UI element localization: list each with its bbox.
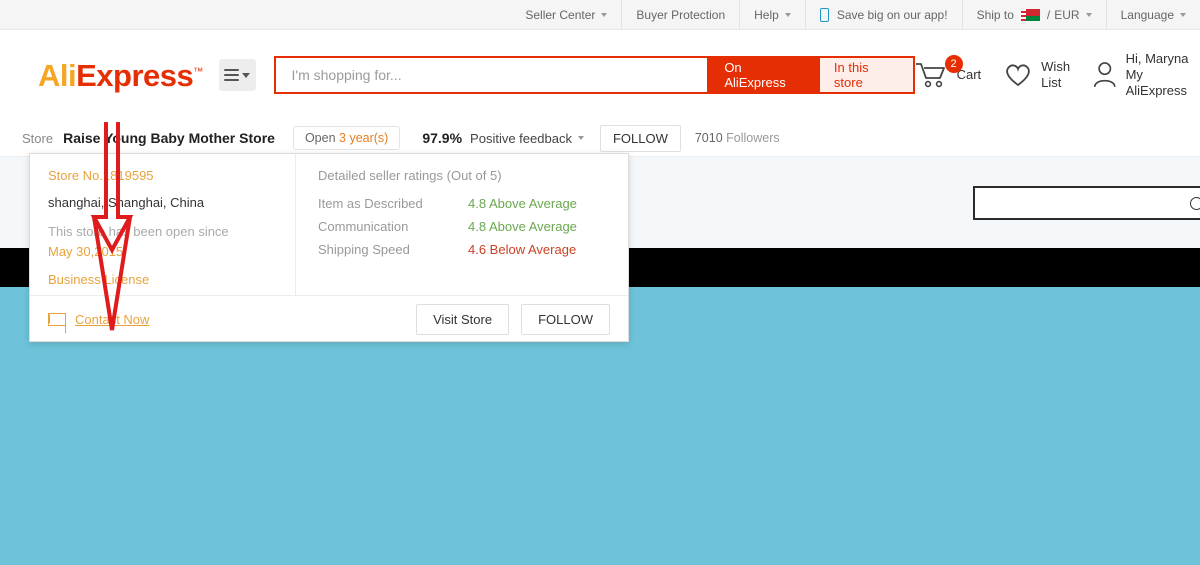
search-input-wrap[interactable] — [273, 56, 708, 94]
store-name[interactable]: Raise Young Baby Mother Store — [63, 130, 275, 146]
wishlist-button[interactable]: Wish List — [1003, 59, 1070, 92]
topbar-item-app-promo[interactable]: Save big on our app! — [804, 0, 962, 29]
store-open-since: This store has been open since May 30,201… — [48, 224, 229, 260]
topbar-label: Language — [1120, 7, 1174, 22]
topbar-label: Ship to — [976, 7, 1014, 22]
panel-left-column: Store No.1819595 shanghai, Shanghai, Chi… — [30, 154, 295, 295]
store-search-input[interactable] — [983, 195, 1190, 211]
topbar-item-seller-center[interactable]: Seller Center — [511, 0, 621, 29]
store-follow-button[interactable]: FOLLOW — [599, 124, 681, 152]
cart-count-badge: 2 — [944, 55, 963, 73]
rating-name: Shipping Speed — [318, 242, 410, 257]
topbar-currency: EUR — [1054, 7, 1080, 22]
chevron-down-icon — [1180, 12, 1186, 17]
top-utility-bar: Seller Center Buyer Protection Help Save… — [0, 0, 1200, 30]
positive-feedback-label: Positive feedback — [470, 130, 572, 146]
search-input[interactable] — [291, 67, 708, 83]
user-avatar-icon — [1093, 62, 1116, 88]
business-license-link[interactable]: Business License — [48, 272, 277, 287]
logo-trademark: ™ — [193, 66, 203, 78]
store-followers: 7010 Followers — [694, 131, 780, 145]
follow-button[interactable]: FOLLOW — [521, 303, 610, 335]
panel-footer: Contact Now Visit Store FOLLOW — [30, 295, 628, 342]
rating-value: 4.8 Above Average — [468, 219, 577, 234]
rating-value: 4.8 Above Average — [468, 196, 577, 211]
rating-row: Shipping Speed 4.6 Below Average — [318, 242, 610, 257]
store-number-link[interactable]: Store No.1819595 — [48, 168, 277, 183]
header-icons: 2 Cart Wish List Hi, Maryna My AliExpress — [915, 51, 1200, 100]
rating-row: Item as Described 4.8 Above Average — [318, 196, 610, 211]
store-search-box[interactable] — [973, 186, 1200, 220]
chevron-down-icon — [1085, 12, 1092, 17]
panel-footer-buttons: Visit Store FOLLOW — [416, 303, 610, 335]
logo-text-express: Express — [76, 57, 194, 93]
visit-store-button[interactable]: Visit Store — [416, 303, 510, 335]
shopping-cart-icon — [915, 63, 945, 88]
site-header: AliExpress™ On AliExpress In this store … — [0, 30, 1200, 120]
account-button[interactable]: Hi, Maryna My AliExpress — [1092, 51, 1200, 100]
store-label: Store — [22, 130, 54, 146]
topbar-label: Save big on our app! — [836, 7, 948, 22]
rating-value: 4.6 Below Average — [468, 242, 577, 257]
search-in-this-store-button[interactable]: In this store — [819, 56, 915, 94]
heart-icon — [1006, 64, 1030, 87]
chevron-down-icon — [242, 72, 251, 78]
search-on-aliexpress-button[interactable]: On AliExpress — [707, 56, 820, 94]
chevron-down-icon[interactable] — [577, 136, 584, 140]
topbar-separator: / — [1046, 7, 1051, 22]
store-open-duration: Open 3 year(s) — [292, 126, 401, 150]
flag-belarus-icon — [1020, 8, 1040, 21]
contact-now-label: Contact Now — [75, 311, 150, 327]
topbar-label: Buyer Protection — [636, 7, 726, 22]
logo-text-ali: Ali — [38, 57, 77, 93]
envelope-icon — [48, 312, 66, 326]
rating-name: Item as Described — [318, 196, 423, 211]
topbar-item-help[interactable]: Help — [739, 0, 805, 29]
chevron-down-icon — [784, 12, 791, 17]
store-info-bar: Store Raise Young Baby Mother Store Open… — [0, 120, 1200, 157]
topbar-label: Help — [754, 7, 779, 22]
categories-button[interactable] — [218, 59, 256, 91]
mobile-phone-icon — [819, 7, 829, 22]
cart-button[interactable]: 2 Cart — [915, 55, 981, 89]
wishlist-label: Wish List — [1041, 58, 1071, 90]
contact-now-link[interactable]: Contact Now — [48, 312, 149, 327]
positive-feedback-percent: 97.9% — [422, 130, 463, 146]
panel-columns: Store No.1819595 shanghai, Shanghai, Chi… — [30, 154, 628, 295]
chevron-down-icon — [601, 12, 608, 17]
search-area: On AliExpress In this store — [273, 56, 915, 94]
store-info-dropdown-panel: Store No.1819595 shanghai, Shanghai, Chi… — [29, 153, 629, 342]
account-label: Hi, Maryna My AliExpress — [1125, 50, 1189, 99]
search-icon[interactable] — [1190, 196, 1200, 210]
aliexpress-store-page: Seller Center Buyer Protection Help Save… — [0, 0, 1200, 565]
rating-row: Communication 4.8 Above Average — [318, 219, 610, 234]
topbar-item-buyer-protection[interactable]: Buyer Protection — [621, 0, 739, 29]
store-address: shanghai, Shanghai, China — [48, 195, 205, 210]
detailed-seller-ratings-title: Detailed seller ratings (Out of 5) — [318, 168, 502, 183]
hamburger-menu-icon — [224, 66, 240, 84]
topbar-item-language[interactable]: Language — [1105, 0, 1200, 29]
aliexpress-logo[interactable]: AliExpress™ — [38, 60, 203, 91]
panel-right-column: Detailed seller ratings (Out of 5) Item … — [295, 154, 628, 295]
rating-name: Communication — [318, 219, 409, 234]
topbar-item-ship-to[interactable]: Ship to / EUR — [961, 0, 1106, 29]
topbar-label: Seller Center — [525, 7, 596, 22]
